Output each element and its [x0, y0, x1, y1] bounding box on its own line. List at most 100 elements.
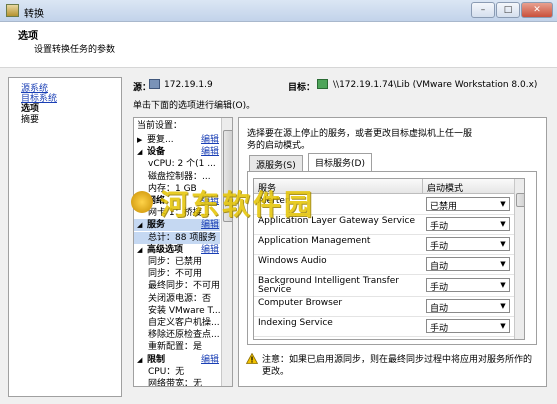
collapse-icon[interactable]: ◢	[137, 146, 142, 158]
tree-row-label: 关闭源电源：否	[148, 293, 212, 304]
tree-setting[interactable]: 同步：已禁用	[134, 256, 220, 268]
service-name: Computer Browser	[258, 298, 343, 308]
edit-link[interactable]: 编辑	[201, 134, 219, 146]
tree-row-label: 高级选项	[147, 244, 184, 255]
startup-mode-select[interactable]: 自动 ▼	[426, 299, 510, 314]
source-value: 172.19.1.9	[164, 80, 213, 90]
service-row[interactable]: Application Management 手动 ▼	[254, 234, 514, 255]
vm-icon	[317, 79, 328, 89]
collapse-icon[interactable]: ◢	[137, 244, 142, 256]
tree-row-label: 限制	[147, 354, 166, 365]
startup-mode-select[interactable]: 手动▼	[426, 339, 510, 340]
minimize-button[interactable]: –	[471, 2, 495, 18]
tree-scrollbar[interactable]	[221, 118, 232, 386]
expand-icon[interactable]: ▶	[137, 134, 142, 146]
column-startup-mode: 启动模式	[427, 184, 464, 194]
startup-mode-value: 手动	[430, 222, 449, 232]
page-header: 选项 设置转换任务的参数	[0, 22, 557, 68]
edit-instruction: 单击下面的选项进行编辑(O)。	[133, 101, 256, 111]
service-row[interactable]: Indexing Service 手动 ▼	[254, 316, 514, 337]
chevron-down-icon[interactable]: ▼	[497, 218, 509, 230]
tree-row-label: 安装 VMware T...	[148, 305, 220, 316]
chevron-down-icon[interactable]: ▼	[497, 258, 509, 270]
startup-mode-select[interactable]: 手动 ▼	[426, 217, 510, 232]
tree-setting[interactable]: 总计：88 项服务	[134, 231, 220, 244]
tree-row-label: CPU：无	[148, 366, 185, 377]
tree-row-label: 重新配置：是	[148, 342, 203, 353]
tree-group[interactable]: ◢ 限制 编辑	[134, 354, 220, 366]
panel-description: 选择要在源上停止的服务，或者更改目标虚拟机上任一服务的启动模式。	[247, 129, 473, 151]
sync-note: 注意：如果已启用源同步，则在最终同步过程中将应用对服务所作的更改。	[262, 355, 533, 377]
grid-scrollbar[interactable]	[514, 179, 524, 339]
tree-row-label: 移除还原检查点...	[148, 330, 220, 341]
options-tree[interactable]: 当前设置： ▶ 要复... 编辑 ◢ 设备 编辑 vCPU: 2 个(1 ... 磁盘控制器：…	[133, 117, 233, 387]
target-value: \\172.19.1.74\Lib (VMware Workstation 8.…	[333, 80, 538, 90]
chevron-down-icon[interactable]: ▼	[497, 300, 509, 312]
service-row[interactable]: 手动▼	[254, 336, 514, 340]
tab-target-services[interactable]: 目标服务(D)	[308, 153, 372, 171]
tree-setting[interactable]: 同步：不可用	[134, 268, 220, 280]
startup-mode-value: 手动	[430, 283, 449, 293]
collapse-icon[interactable]: ◢	[137, 219, 142, 231]
maximize-button[interactable]: □	[496, 2, 520, 18]
tree-setting[interactable]: 关闭源电源：否	[134, 293, 220, 305]
edit-link[interactable]: 编辑	[201, 244, 219, 256]
service-name: Windows Audio	[258, 256, 327, 266]
chevron-down-icon[interactable]: ▼	[497, 279, 509, 291]
tree-row-label: 网络带宽：无	[148, 379, 203, 387]
tree-row-label: 总计：88 项服务	[148, 232, 217, 243]
computer-icon	[149, 79, 160, 89]
page-subtitle: 设置转换任务的参数	[34, 45, 116, 55]
grid-scroll-thumb[interactable]	[516, 193, 524, 207]
column-divider	[422, 179, 423, 193]
watermark-logo	[131, 191, 153, 213]
tree-row-label: 要复...	[147, 135, 174, 145]
wizard-step-nav: 源系统 目标系统 选项 摘要	[8, 77, 122, 397]
service-row[interactable]: Windows Audio 自动 ▼	[254, 254, 514, 275]
service-row[interactable]: Computer Browser 自动 ▼	[254, 296, 514, 317]
tree-row-label: 最终同步：不可用	[148, 281, 220, 292]
tree-setting[interactable]: 自定义客户机操...	[134, 317, 220, 329]
chevron-down-icon[interactable]: ▼	[497, 238, 509, 250]
tree-setting[interactable]: 最终同步：不可用	[134, 280, 220, 292]
tree-header: 当前设置：	[137, 121, 183, 131]
tree-setting[interactable]: 网络带宽：无	[134, 378, 220, 387]
window-title: 转换	[24, 9, 44, 20]
startup-mode-value: 自动	[430, 304, 449, 314]
tree-group[interactable]: ▶ 要复... 编辑	[134, 134, 220, 146]
close-button[interactable]: ✕	[521, 2, 553, 18]
tree-row-label: vCPU: 2 个(1 ...	[148, 159, 216, 170]
tree-group[interactable]: ◢ 高级选项 编辑	[134, 244, 220, 256]
tree-group[interactable]: ◢ 设备 编辑	[134, 146, 220, 158]
edit-link[interactable]: 编辑	[201, 354, 219, 366]
startup-mode-select[interactable]: 手动 ▼	[426, 319, 510, 334]
warning-icon	[246, 353, 258, 364]
tree-setting[interactable]: 重新配置：是	[134, 341, 220, 353]
startup-mode-value: 手动	[430, 324, 449, 334]
startup-mode-value: 手动	[430, 242, 449, 252]
startup-mode-select[interactable]: 自动 ▼	[426, 257, 510, 272]
tree-setting[interactable]: 移除还原检查点...	[134, 329, 220, 341]
startup-mode-select[interactable]: 已禁用 ▼	[426, 197, 510, 212]
watermark-text: 河东软件园	[160, 188, 316, 221]
title-bar: 转换 – □ ✕	[0, 0, 557, 22]
app-icon	[6, 4, 19, 17]
page-title: 选项	[18, 31, 38, 42]
collapse-icon[interactable]: ◢	[137, 354, 142, 366]
tree-setting[interactable]: vCPU: 2 个(1 ...	[134, 158, 220, 170]
chevron-down-icon[interactable]: ▼	[497, 198, 509, 210]
startup-mode-select[interactable]: 手动 ▼	[426, 278, 510, 293]
startup-mode-value: 自动	[430, 262, 449, 272]
service-name: Indexing Service	[258, 318, 333, 328]
edit-link[interactable]: 编辑	[201, 146, 219, 158]
tree-setting[interactable]: 安装 VMware T...	[134, 305, 220, 317]
tree-row-label: 磁盘控制器：...	[148, 171, 211, 182]
chevron-down-icon[interactable]: ▼	[497, 320, 509, 332]
startup-mode-select[interactable]: 手动 ▼	[426, 237, 510, 252]
tree-setting[interactable]: CPU：无	[134, 366, 220, 378]
service-name: Application Management	[258, 236, 371, 246]
nav-item-summary: 摘要	[21, 115, 40, 125]
tab-source-services[interactable]: 源服务(S)	[249, 155, 303, 171]
service-row[interactable]: Background Intelligent Transfer Service 手…	[254, 274, 514, 297]
tree-setting[interactable]: 磁盘控制器：...	[134, 171, 220, 183]
